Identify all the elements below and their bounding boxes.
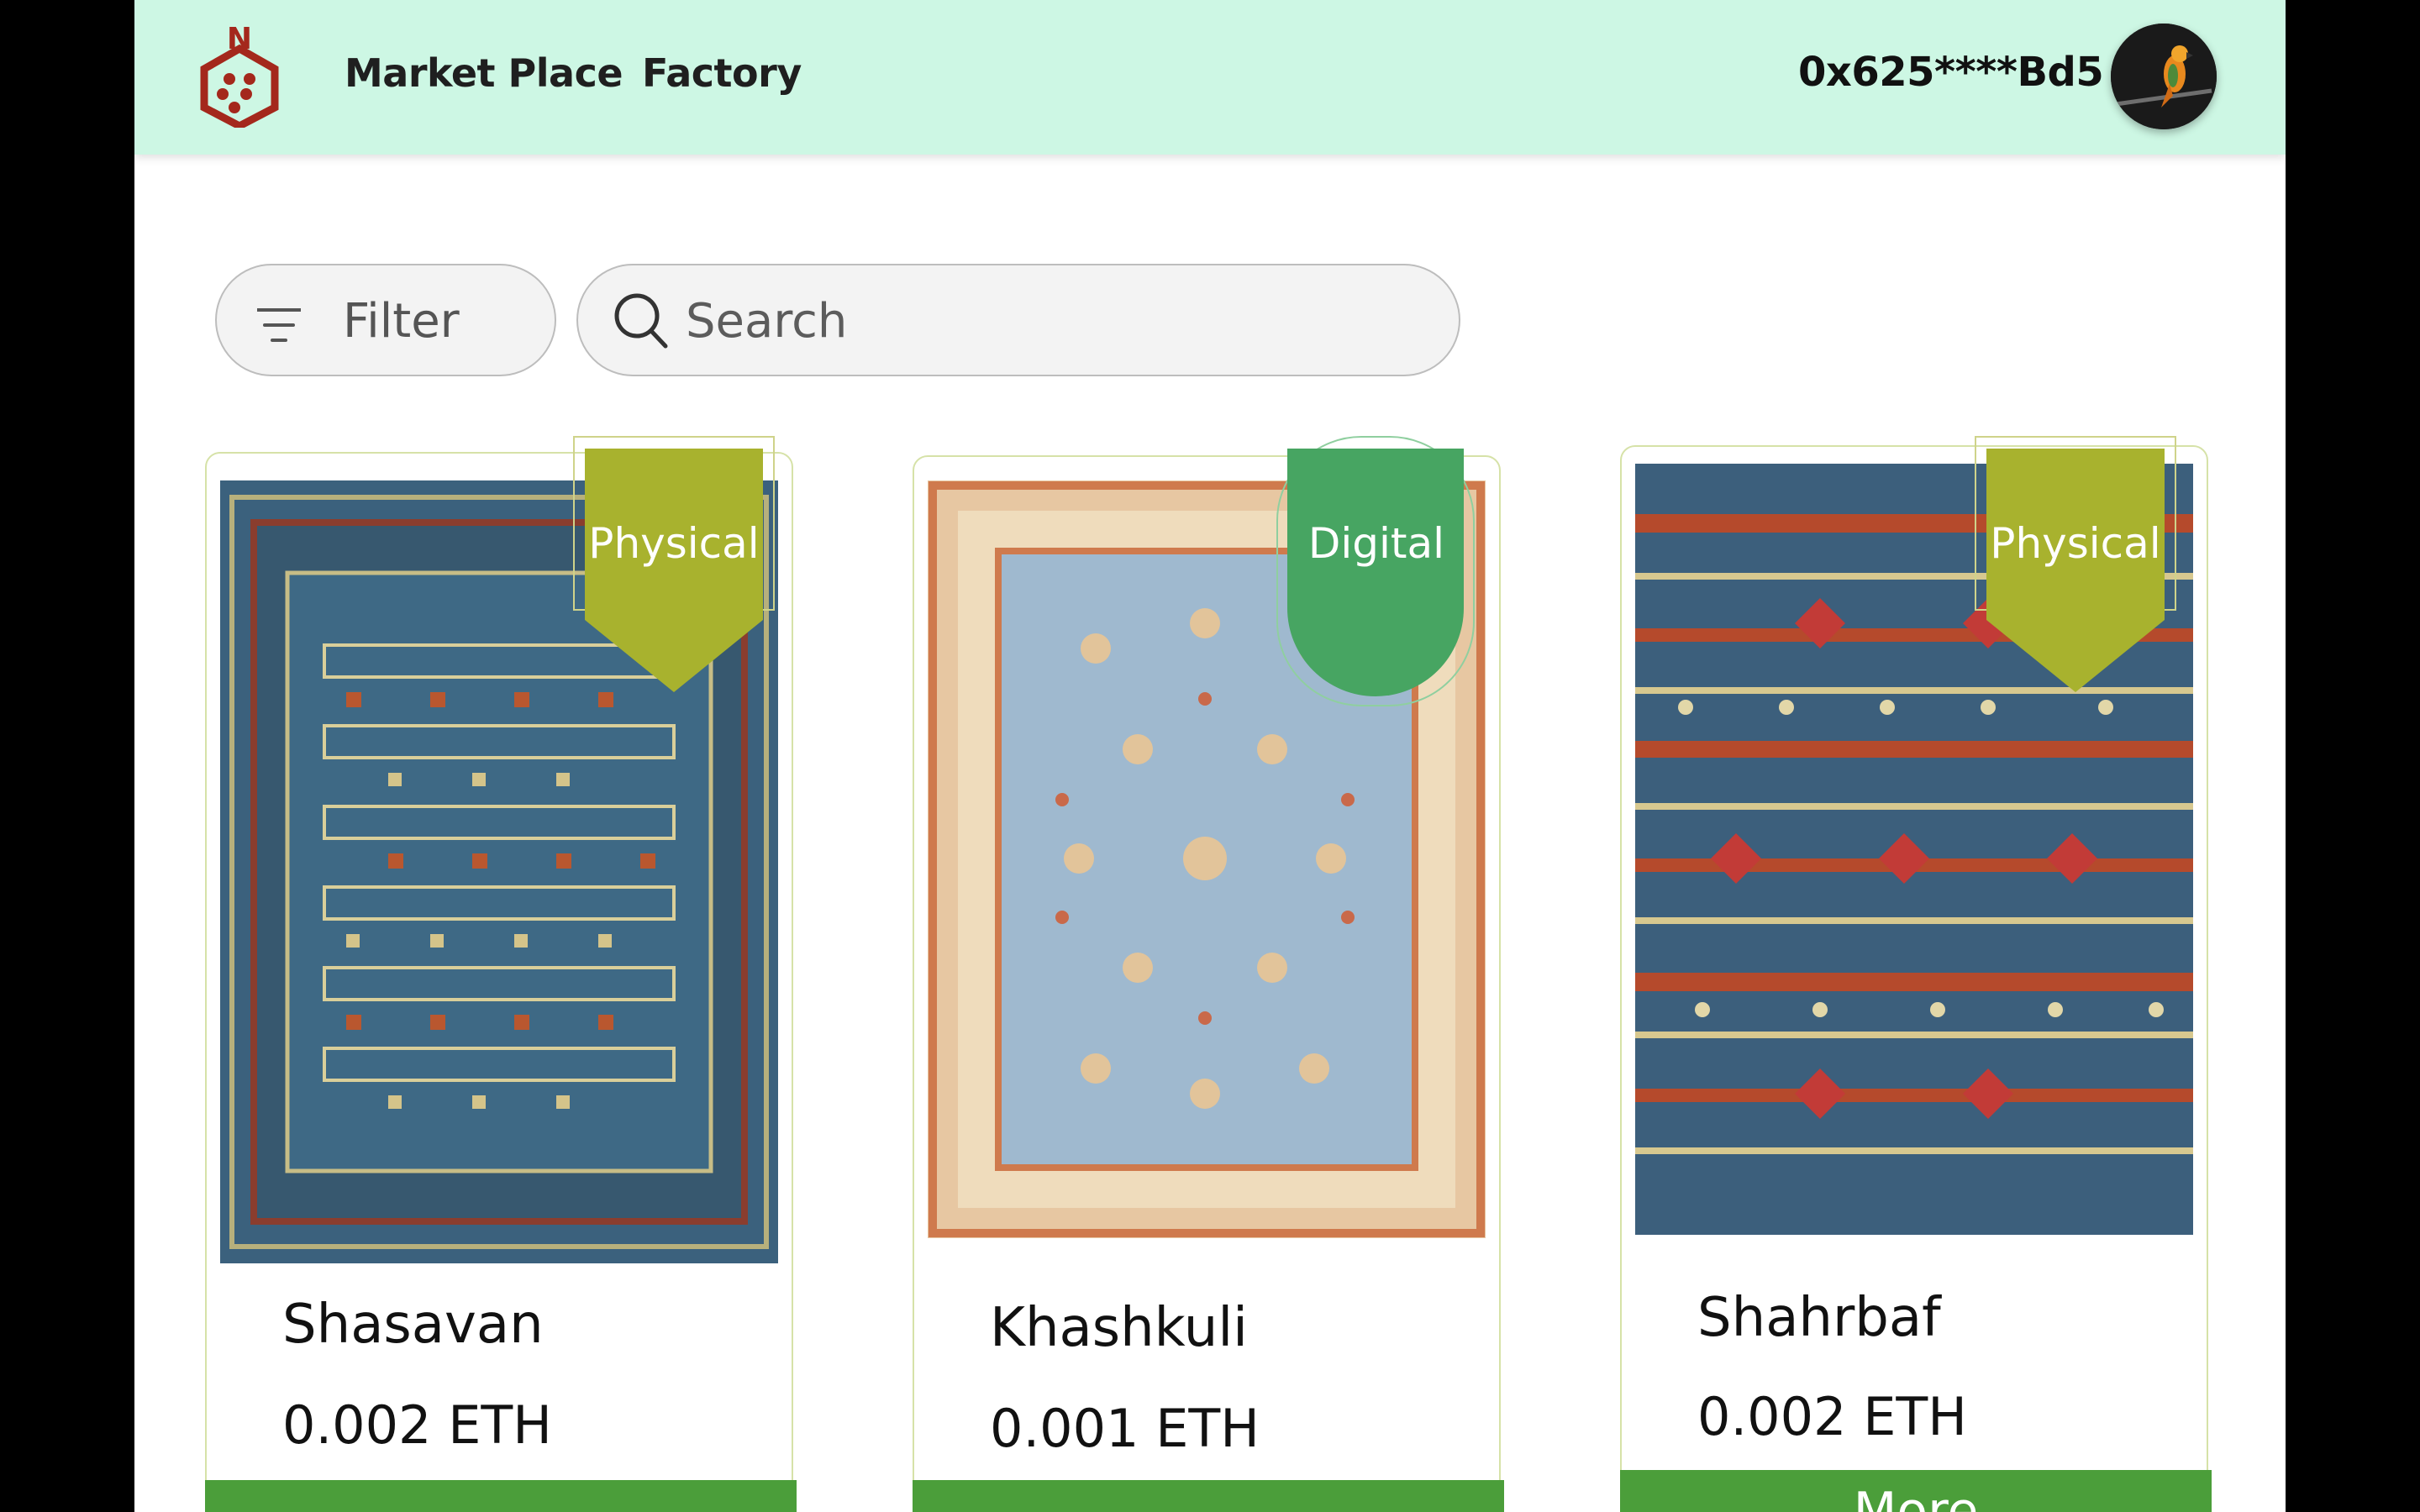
- filter-label: Filter: [343, 294, 460, 349]
- logo-letter: N: [227, 24, 252, 56]
- product-price: 0.002 ETH: [1697, 1386, 1967, 1447]
- search-input[interactable]: [686, 286, 1425, 356]
- filter-icon: [257, 308, 301, 342]
- physical-badge: Physical: [1973, 435, 2178, 712]
- app-window: N Market Place Factory 0x625****Bd5 Filt…: [134, 0, 2286, 1512]
- product-name: Khashkuli: [990, 1297, 1248, 1359]
- filter-button[interactable]: Filter: [215, 264, 556, 376]
- nav-factory[interactable]: Factory: [642, 50, 802, 96]
- nav-market-place[interactable]: Market Place: [345, 50, 623, 96]
- physical-badge: Physical: [571, 435, 776, 712]
- top-navbar: N Market Place Factory 0x625****Bd5: [134, 0, 2286, 155]
- badge-label: Digital: [1307, 519, 1445, 568]
- digital-badge: Digital: [1274, 435, 1479, 712]
- product-name: Shahrbaf: [1697, 1287, 1941, 1349]
- product-price: 0.001 ETH: [990, 1398, 1260, 1459]
- product-action-bar[interactable]: [205, 1480, 797, 1512]
- badge-label: Physical: [588, 519, 760, 568]
- more-button[interactable]: More: [1620, 1470, 2212, 1512]
- search-bar[interactable]: [576, 264, 1460, 376]
- badge-label: Physical: [1990, 519, 2161, 568]
- product-price: 0.002 ETH: [282, 1394, 552, 1456]
- product-action-bar[interactable]: [913, 1480, 1504, 1512]
- wallet-address: 0x625****Bd5: [1798, 49, 2104, 96]
- user-avatar[interactable]: [2111, 24, 2217, 129]
- brand-logo-icon[interactable]: N: [197, 22, 281, 131]
- search-icon: [614, 293, 668, 349]
- product-name: Shasavan: [282, 1294, 544, 1356]
